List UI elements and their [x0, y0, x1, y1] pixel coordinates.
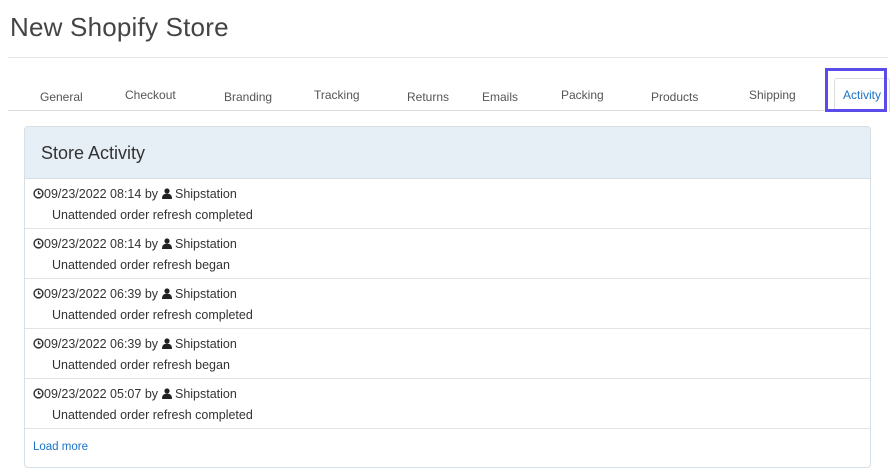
- activity-user: Shipstation: [174, 287, 237, 301]
- tab-shipping[interactable]: Shipping: [749, 88, 796, 102]
- tab-packing[interactable]: Packing: [561, 88, 604, 102]
- activity-meta: 09/23/2022 08:14 by Shipstation: [33, 186, 870, 202]
- activity-meta: 09/23/2022 05:07 by Shipstation: [33, 386, 870, 402]
- title-divider: [8, 57, 888, 58]
- activity-item: 09/23/2022 08:14 by Shipstation Unattend…: [25, 179, 870, 229]
- activity-item: 09/23/2022 06:39 by Shipstation Unattend…: [25, 329, 870, 379]
- tab-activity[interactable]: Activity: [834, 78, 891, 112]
- user-icon: [161, 387, 172, 401]
- panel-header: Store Activity: [25, 127, 870, 179]
- user-icon: [161, 237, 172, 251]
- activity-description: Unattended order refresh completed: [52, 208, 253, 222]
- store-activity-panel: Store Activity 09/23/2022 08:14 by Ships…: [24, 126, 871, 468]
- tab-checkout[interactable]: Checkout: [125, 88, 176, 102]
- activity-user: Shipstation: [174, 187, 237, 201]
- activity-meta: 09/23/2022 08:14 by Shipstation: [33, 236, 870, 252]
- clock-icon: [33, 337, 44, 351]
- clock-icon: [33, 187, 44, 201]
- user-icon: [161, 187, 172, 201]
- page-title: New Shopify Store: [10, 12, 229, 42]
- activity-timestamp: 09/23/2022 05:07: [44, 387, 142, 401]
- activity-description: Unattended order refresh began: [52, 358, 230, 372]
- clock-icon: [33, 287, 44, 301]
- tab-general[interactable]: General: [40, 90, 83, 104]
- tab-products[interactable]: Products: [651, 90, 698, 104]
- activity-timestamp: 09/23/2022 06:39: [44, 337, 142, 351]
- activity-timestamp: 09/23/2022 08:14: [44, 187, 142, 201]
- activity-meta: 09/23/2022 06:39 by Shipstation: [33, 336, 870, 352]
- activity-by: by: [144, 337, 159, 351]
- clock-icon: [33, 387, 44, 401]
- tab-bar: General Checkout Branding Tracking Retur…: [8, 70, 891, 112]
- activity-by: by: [144, 237, 159, 251]
- activity-description: Unattended order refresh completed: [52, 408, 253, 422]
- activity-by: by: [144, 187, 159, 201]
- activity-timestamp: 09/23/2022 06:39: [44, 287, 142, 301]
- load-more-link[interactable]: Load more: [33, 441, 88, 453]
- activity-meta: 09/23/2022 06:39 by Shipstation: [33, 286, 870, 302]
- tab-branding[interactable]: Branding: [224, 90, 272, 104]
- activity-user: Shipstation: [174, 237, 237, 251]
- user-icon: [161, 337, 172, 351]
- activity-description: Unattended order refresh began: [52, 258, 230, 272]
- tab-emails[interactable]: Emails: [482, 90, 518, 104]
- activity-by: by: [144, 287, 159, 301]
- tab-returns[interactable]: Returns: [407, 90, 449, 104]
- activity-item: 09/23/2022 05:07 by Shipstation Unattend…: [25, 379, 870, 429]
- activity-item: 09/23/2022 06:39 by Shipstation Unattend…: [25, 279, 870, 329]
- panel-title: Store Activity: [41, 143, 146, 163]
- activity-user: Shipstation: [174, 387, 237, 401]
- tab-tracking[interactable]: Tracking: [314, 88, 360, 102]
- activity-by: by: [144, 387, 159, 401]
- activity-description: Unattended order refresh completed: [52, 308, 253, 322]
- clock-icon: [33, 237, 44, 251]
- activity-user: Shipstation: [174, 337, 237, 351]
- activity-timestamp: 09/23/2022 08:14: [44, 237, 142, 251]
- activity-list: 09/23/2022 08:14 by Shipstation Unattend…: [25, 179, 870, 429]
- activity-item: 09/23/2022 08:14 by Shipstation Unattend…: [25, 229, 870, 279]
- user-icon: [161, 287, 172, 301]
- page: New Shopify Store General Checkout Brand…: [0, 0, 896, 476]
